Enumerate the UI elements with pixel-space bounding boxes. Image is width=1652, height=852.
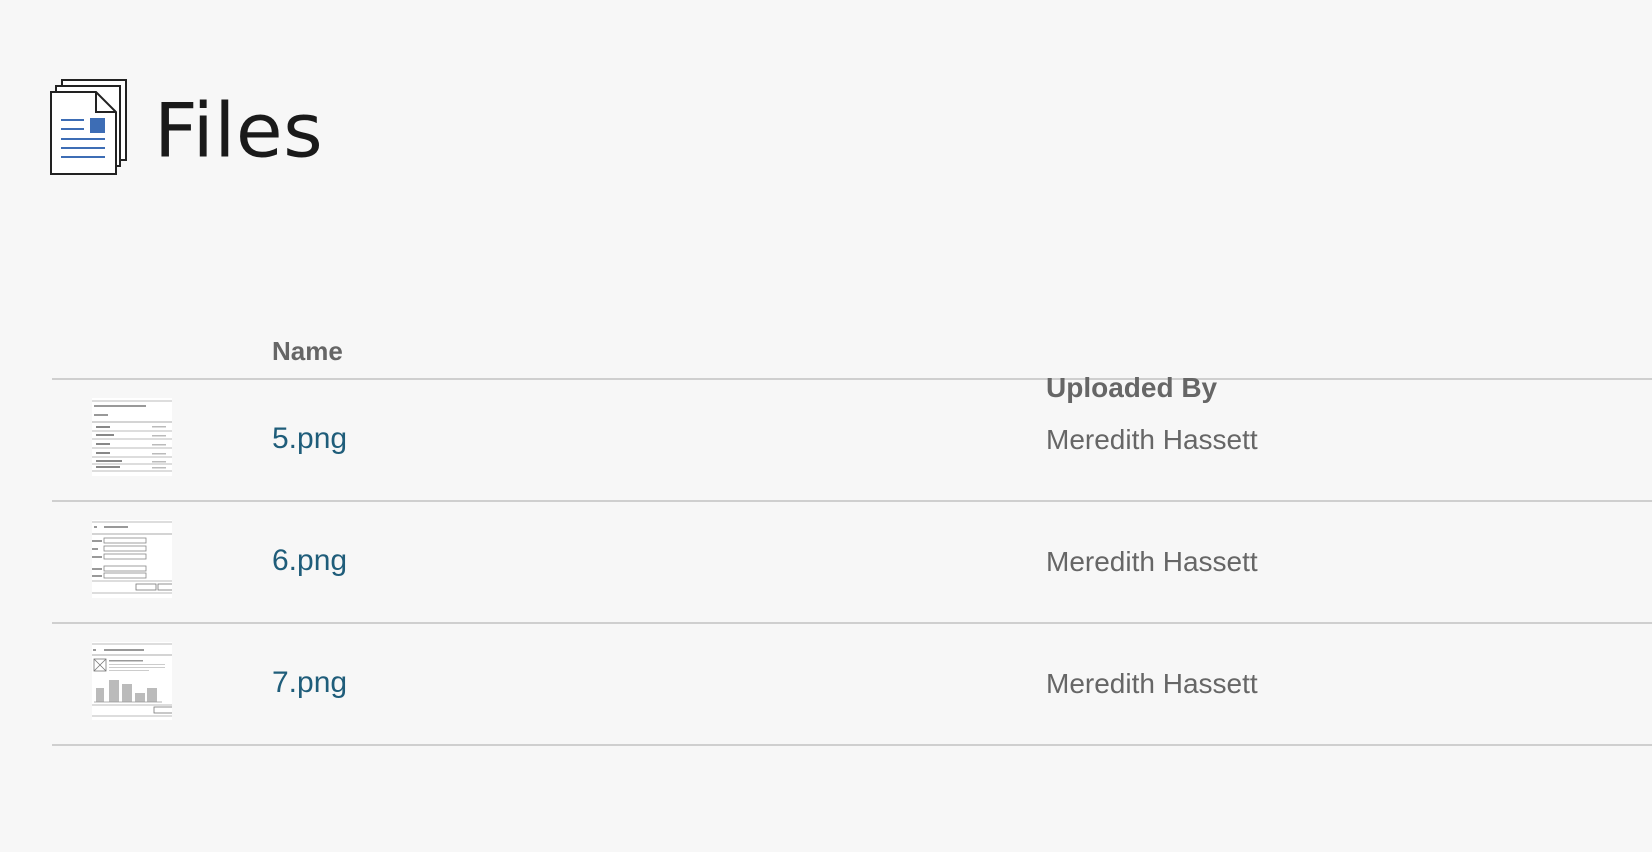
file-thumbnail[interactable]: [92, 398, 172, 476]
bar-chart-thumbnail: [92, 642, 172, 720]
files-table: Name Uploaded By 5.png Meredith Hassett …: [52, 328, 1652, 746]
files-stack-icon: [50, 79, 127, 175]
table-row: 7.png Meredith Hassett: [52, 624, 1652, 746]
file-thumbnail[interactable]: [92, 642, 172, 720]
column-header-name[interactable]: Name: [272, 336, 343, 367]
table-row: 6.png Meredith Hassett: [52, 502, 1652, 624]
table-header: Name Uploaded By: [52, 328, 1652, 403]
file-link[interactable]: 5.png: [272, 422, 347, 456]
page-header: Files: [50, 78, 323, 182]
file-link[interactable]: 7.png: [272, 666, 347, 700]
table-row: 5.png Meredith Hassett: [52, 380, 1652, 502]
file-link[interactable]: 6.png: [272, 544, 347, 578]
uploaded-by: Meredith Hassett: [1046, 668, 1258, 699]
file-thumbnail[interactable]: [92, 520, 172, 598]
uploaded-by: Meredith Hassett: [1046, 424, 1258, 455]
files-page: Files Name Uploaded By 5.png Meredith Ha…: [0, 0, 1652, 852]
inventory-list-thumbnail: [92, 398, 172, 476]
order-form-thumbnail: [92, 520, 172, 598]
page-title: Files: [154, 86, 324, 175]
uploaded-by: Meredith Hassett: [1046, 546, 1258, 577]
